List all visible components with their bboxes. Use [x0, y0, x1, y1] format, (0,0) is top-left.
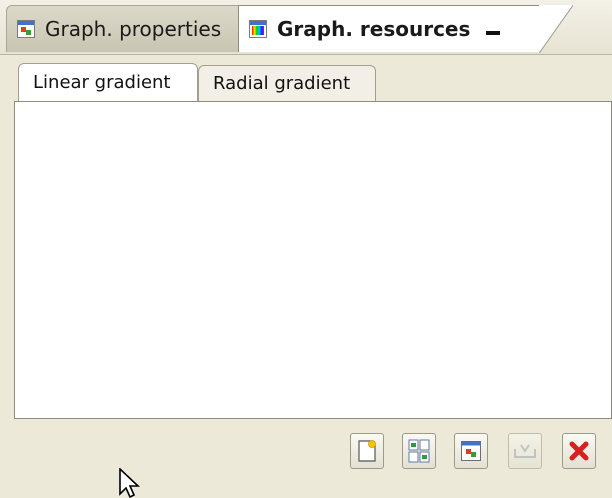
mouse-cursor-icon [119, 468, 141, 498]
delete-icon [569, 441, 589, 461]
gradient-list[interactable] [14, 101, 612, 419]
resources-panel: Linear gradient Radial gradient [0, 55, 612, 496]
subtab-label: Linear gradient [33, 72, 171, 93]
delete-button[interactable] [562, 433, 596, 469]
new-resource-icon [358, 440, 376, 462]
duplicate-icon [408, 439, 430, 463]
graph-properties-button[interactable] [454, 433, 488, 469]
tab-linear-gradient[interactable]: Linear gradient [18, 63, 198, 101]
graph-resources-icon [249, 20, 267, 38]
new-resource-button[interactable] [350, 433, 384, 469]
import-button[interactable] [508, 433, 542, 469]
tab-label: Graph. properties [45, 17, 222, 41]
graph-properties-icon [17, 20, 35, 38]
graph-properties-icon [461, 441, 481, 461]
tab-graph-resources[interactable]: Graph. resources [238, 5, 573, 53]
subtab-label: Radial gradient [213, 73, 351, 94]
tab-radial-gradient[interactable]: Radial gradient [198, 65, 376, 101]
tab-graph-properties[interactable]: Graph. properties [6, 5, 240, 52]
view-tab-bar: Graph. properties Graph. resources [0, 0, 612, 55]
resource-toolbar [0, 419, 612, 496]
gradient-tabs: Linear gradient Radial gradient [12, 63, 612, 103]
tab-label: Graph. resources [277, 17, 471, 41]
import-icon [514, 444, 536, 458]
duplicate-button[interactable] [402, 433, 436, 469]
minimize-icon[interactable] [486, 31, 501, 35]
